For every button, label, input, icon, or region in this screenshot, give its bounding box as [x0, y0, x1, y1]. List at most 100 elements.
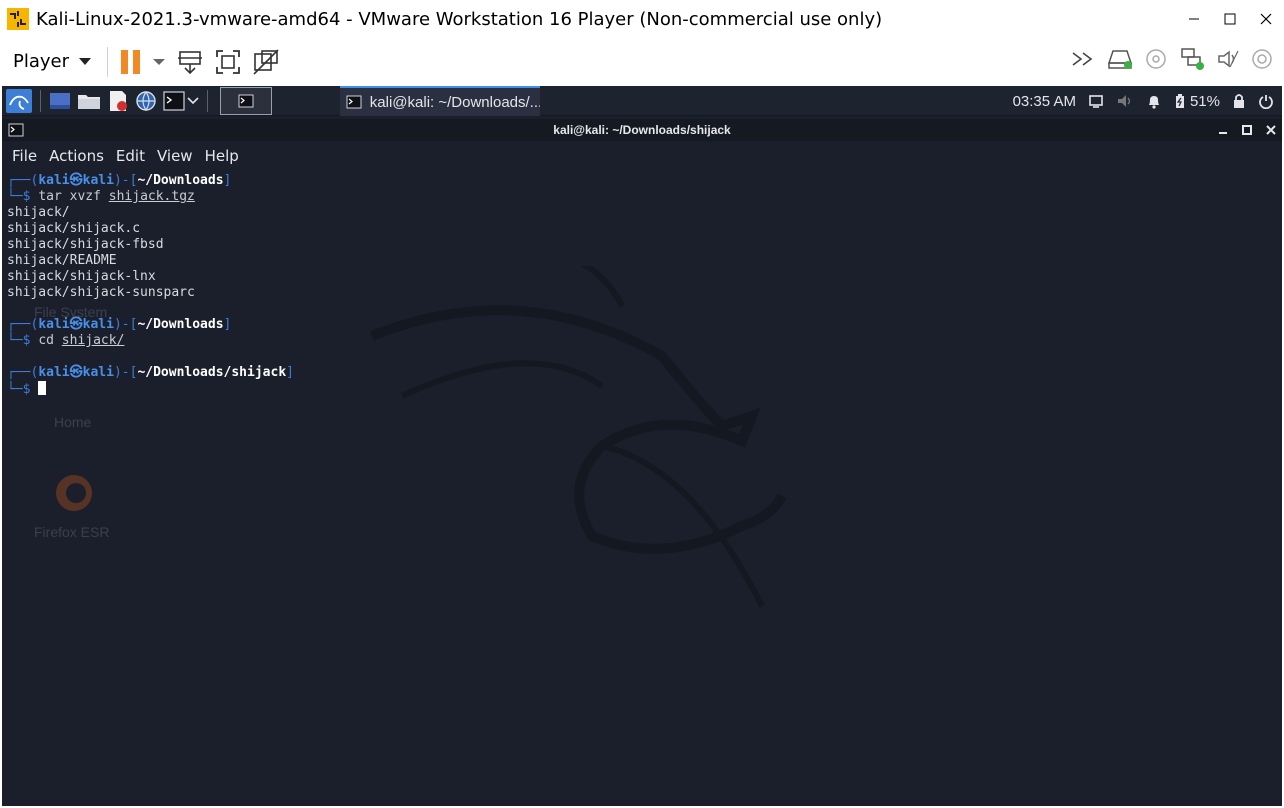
terminal-maximize-icon[interactable]	[1242, 125, 1252, 135]
kali-menu-button[interactable]	[6, 88, 32, 113]
cd-icon	[1146, 49, 1166, 69]
vm-guest-display[interactable]: File System Home Firefox ESR kali@kali: …	[2, 86, 1282, 806]
network-adapter-icon	[1181, 48, 1204, 70]
command-name: tar	[38, 189, 62, 204]
display-icon[interactable]	[1088, 93, 1104, 109]
notification-bell-icon[interactable]	[1146, 93, 1162, 109]
device-status-bar	[1070, 38, 1274, 85]
prompt-host: kali	[82, 317, 114, 332]
output-line: shijack/README	[7, 253, 117, 268]
hard-disk-status[interactable]	[1106, 47, 1134, 76]
panel-divider	[207, 89, 208, 112]
toolbar-divider	[107, 46, 109, 77]
terminal-title: kali@kali: ~/Downloads/shijack	[553, 123, 731, 137]
battery-indicator[interactable]: 51%	[1174, 93, 1220, 110]
terminal-icon	[346, 95, 362, 109]
command-target: shijack.tgz	[108, 189, 195, 204]
file-manager-launcher[interactable]	[77, 89, 101, 113]
terminal-icon	[238, 94, 254, 107]
terminal-launcher[interactable]	[163, 89, 185, 113]
prompt-host: kali	[82, 365, 114, 380]
command-line: └─$ cd shijack/	[7, 333, 125, 348]
battery-icon	[1175, 94, 1184, 108]
panel-divider	[40, 89, 41, 112]
output-line: shijack/shijack-fbsd	[7, 237, 164, 252]
menu-view[interactable]: View	[157, 147, 193, 165]
fullscreen-button[interactable]	[214, 44, 242, 80]
menu-edit[interactable]: Edit	[116, 147, 145, 165]
pause-icon	[121, 49, 141, 74]
terminal-titlebar[interactable]: kali@kali: ~/Downloads/shijack	[2, 119, 1282, 141]
panel-status-area: 03:35 AM 51%	[1013, 86, 1274, 116]
more-devices-button[interactable]	[1070, 49, 1096, 74]
command-name: cd	[38, 333, 54, 348]
double-chevron-right-icon	[1072, 52, 1093, 66]
network-adapter-status[interactable]	[1178, 47, 1206, 76]
output-line: shijack/shijack-lnx	[7, 269, 156, 284]
terminal-minimize-icon[interactable]	[1218, 125, 1228, 135]
unity-icon	[253, 48, 279, 75]
maximize-button[interactable]	[1212, 0, 1248, 38]
window-title: Kali-Linux-2021.3-vmware-amd64 - VMware …	[36, 8, 883, 30]
maximize-icon	[1224, 13, 1236, 25]
terminal-close-icon[interactable]	[1266, 125, 1276, 135]
battery-percent: 51%	[1189, 92, 1220, 110]
panel-clock[interactable]: 03:35 AM	[1013, 93, 1076, 110]
taskbar-terminal-label: kali@kali: ~/Downloads/...	[369, 93, 540, 111]
command-args: xvzf	[69, 189, 101, 204]
command-target: shijack/	[61, 333, 125, 348]
vmware-app-icon	[6, 7, 30, 31]
terminal-icon	[163, 90, 185, 111]
prompt-line: ┌──(kali㉿kali)-[~/Downloads]	[7, 317, 232, 332]
globe-icon	[136, 90, 156, 111]
menu-file[interactable]: File	[12, 147, 37, 165]
lock-icon[interactable]	[1232, 93, 1246, 109]
power-options-dropdown[interactable]	[152, 44, 166, 80]
send-ctrl-alt-del-button[interactable]	[176, 44, 204, 80]
prompt-line: ┌──(kali㉿kali)-[~/Downloads/shijack]	[7, 365, 294, 380]
desktop-icon	[50, 92, 70, 109]
menu-help[interactable]: Help	[205, 147, 239, 165]
output-line: shijack/shijack-sunsparc	[7, 285, 195, 300]
prompt-cwd: ~/Downloads	[137, 173, 224, 188]
chevron-down-icon	[153, 58, 166, 65]
command-line: └─$ tar xvzf shijack.tgz	[7, 189, 195, 204]
usb-status[interactable]	[1250, 47, 1274, 76]
unity-button[interactable]	[252, 44, 280, 80]
chevron-down-icon	[79, 58, 92, 65]
pause-button[interactable]	[120, 44, 142, 80]
show-desktop-launcher[interactable]	[49, 89, 71, 113]
window-controls	[1176, 0, 1284, 38]
sound-card-status[interactable]	[1216, 47, 1240, 76]
terminal-launcher-dropdown[interactable]	[187, 89, 199, 113]
speaker-icon	[1218, 50, 1239, 68]
close-button[interactable]	[1248, 0, 1284, 38]
fullscreen-icon	[216, 49, 240, 74]
terminal-window-controls	[1218, 119, 1276, 141]
window-titlebar: Kali-Linux-2021.3-vmware-amd64 - VMware …	[0, 0, 1284, 38]
cd-dvd-status[interactable]	[1144, 47, 1168, 76]
volume-icon[interactable]	[1116, 93, 1134, 109]
player-menu-button[interactable]: Player	[13, 51, 92, 72]
taskbar-terminal-window[interactable]: kali@kali: ~/Downloads/...	[340, 86, 540, 116]
close-icon	[1260, 13, 1272, 25]
network-computer-icon	[178, 50, 203, 74]
power-icon[interactable]	[1258, 93, 1274, 109]
output-line: shijack/	[7, 205, 70, 220]
output-line: shijack/shijack.c	[7, 221, 141, 236]
minimize-icon	[1189, 18, 1199, 20]
hard-disk-icon	[1107, 50, 1133, 69]
text-editor-launcher[interactable]	[107, 89, 129, 113]
prompt-user: kali	[38, 173, 70, 188]
minimize-button[interactable]	[1176, 0, 1212, 38]
workspace-switcher[interactable]	[220, 86, 272, 115]
web-browser-launcher[interactable]	[135, 89, 157, 113]
kali-top-panel: kali@kali: ~/Downloads/... 03:35 AM 51%	[2, 86, 1282, 116]
menu-actions[interactable]: Actions	[49, 147, 104, 165]
terminal-output[interactable]: ┌──(kali㉿kali)-[~/Downloads] └─$ tar xvz…	[7, 173, 1277, 803]
prompt-user: kali	[38, 317, 70, 332]
chevron-down-icon	[187, 96, 199, 104]
prompt-host: kali	[82, 173, 114, 188]
